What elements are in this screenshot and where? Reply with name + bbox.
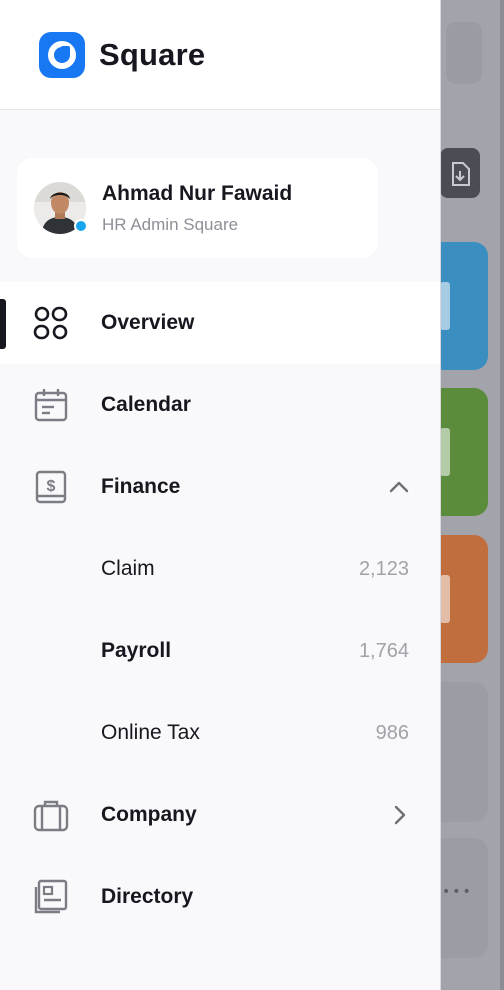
claim-count: 2,123 [358, 557, 409, 580]
profile-name: Ahmad Nur Fawaid [102, 181, 293, 205]
calendar-icon [34, 389, 68, 422]
background-header-button [446, 22, 482, 84]
nav-item-claim[interactable]: Claim 2,123 [0, 528, 440, 610]
nav-item-calendar[interactable]: Calendar [0, 364, 440, 446]
directory-icon [34, 879, 68, 914]
active-indicator [0, 299, 6, 349]
nav-item-company[interactable]: Company [0, 774, 440, 856]
brand-name: Square [99, 36, 206, 72]
briefcase-icon [33, 800, 69, 832]
online-status-dot [74, 219, 88, 233]
square-logo-icon [39, 31, 85, 78]
grid-icon [33, 306, 68, 340]
nav-label-calendar: Calendar [101, 393, 191, 416]
nav-label-payroll: Payroll [101, 639, 172, 662]
nav-item-finance[interactable]: $ Finance [0, 446, 440, 528]
nav-item-online-tax[interactable]: Online Tax 986 [0, 692, 440, 774]
finance-icon: $ [35, 470, 67, 504]
navigation-drawer: Square Ahmad Nur Fawaid HR Admin Square [0, 0, 440, 990]
avatar [34, 182, 88, 234]
background-edge [500, 0, 504, 990]
nav-label-claim: Claim [101, 557, 155, 580]
svg-text:$: $ [47, 478, 56, 495]
chevron-up-icon[interactable] [388, 476, 410, 498]
nav-label-finance: Finance [101, 475, 181, 498]
download-icon [440, 148, 480, 198]
nav-item-directory[interactable]: Directory [0, 856, 440, 938]
drawer-header: Square [0, 0, 440, 110]
nav-item-overview[interactable]: Overview [0, 282, 440, 364]
nav-menu: Overview Calendar $ Finance Claim 2,123 … [0, 282, 440, 938]
chevron-right-icon[interactable] [388, 804, 410, 826]
online-tax-count: 986 [375, 721, 409, 744]
nav-label-overview: Overview [101, 311, 195, 334]
more-dots-icon: ••• [442, 884, 473, 900]
nav-label-online-tax: Online Tax [101, 721, 200, 744]
nav-item-payroll[interactable]: Payroll 1,764 [0, 610, 440, 692]
profile-card[interactable]: Ahmad Nur Fawaid HR Admin Square [17, 158, 378, 258]
nav-label-directory: Directory [101, 885, 194, 908]
nav-label-company: Company [101, 803, 197, 826]
profile-role: HR Admin Square [102, 214, 239, 234]
payroll-count: 1,764 [358, 639, 409, 662]
